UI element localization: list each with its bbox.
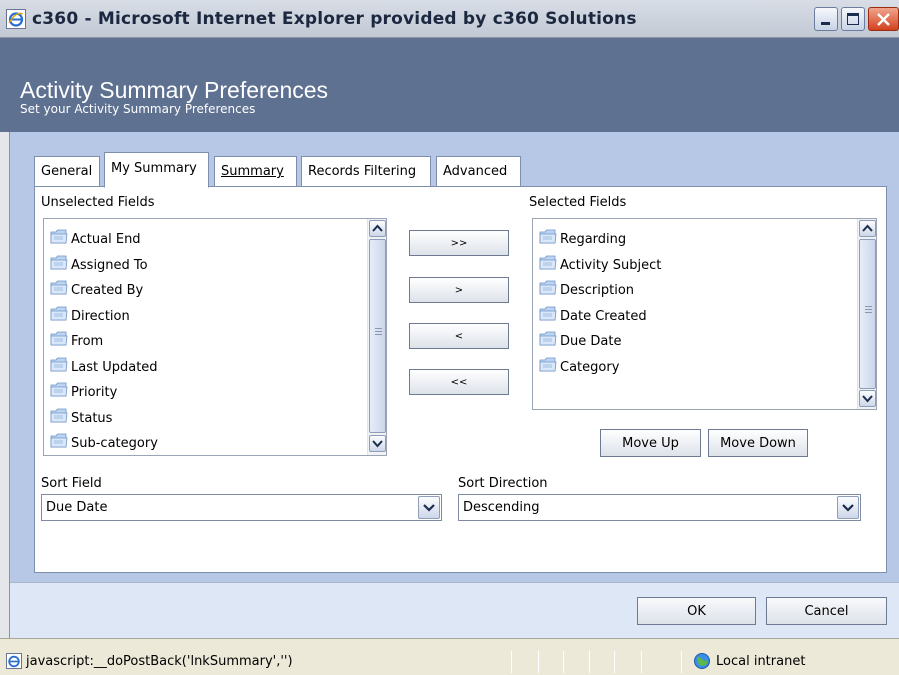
list-item-label: Actual End xyxy=(71,232,141,247)
tab-general-label: General xyxy=(41,164,93,179)
sort-field-dropdown-button[interactable] xyxy=(418,496,440,519)
sort-direction-select[interactable]: Descending xyxy=(458,494,861,521)
scroll-down-button[interactable] xyxy=(369,435,386,452)
folder-icon xyxy=(539,331,557,347)
scroll-thumb[interactable] xyxy=(859,239,876,389)
ok-button[interactable]: OK xyxy=(637,597,756,625)
selected-fields-list[interactable]: Regarding Activity Subject Description Date… xyxy=(532,218,877,410)
folder-icon xyxy=(539,280,557,296)
page-icon xyxy=(6,653,22,669)
sort-direction-value: Descending xyxy=(463,500,540,515)
page-subtitle: Set your Activity Summary Preferences xyxy=(20,102,256,116)
list-item-label: From xyxy=(71,334,104,349)
tab-advanced[interactable]: Advanced xyxy=(436,156,521,186)
sort-field-label: Sort Field xyxy=(41,476,102,491)
chevron-down-icon xyxy=(423,504,435,512)
internet-explorer-icon xyxy=(6,9,26,29)
list-item-label: Description xyxy=(560,283,635,298)
unselected-fields-label: Unselected Fields xyxy=(41,195,155,210)
maximize-icon xyxy=(847,13,859,25)
tab-records-filtering-label: Records Filtering xyxy=(308,164,417,179)
sort-field-select[interactable]: Due Date xyxy=(41,494,442,521)
folder-icon xyxy=(50,280,68,296)
list-item-label: Last Updated xyxy=(71,359,158,375)
unselected-fields-list[interactable]: Actual End Assigned To Created By Direction… xyxy=(43,218,387,456)
status-text: javascript:__doPostBack('lnkSummary','') xyxy=(26,654,293,669)
list-item-label: Direction xyxy=(71,308,130,324)
folder-icon xyxy=(50,229,68,245)
remove-button[interactable]: < xyxy=(409,323,509,349)
tab-my-summary[interactable]: My Summary xyxy=(104,152,209,188)
folder-icon xyxy=(539,306,557,322)
folder-icon xyxy=(50,433,68,449)
folder-icon xyxy=(539,357,557,373)
folder-icon xyxy=(50,357,68,373)
maximize-button[interactable] xyxy=(841,7,865,31)
add-button[interactable]: > xyxy=(409,277,509,303)
folder-icon xyxy=(50,408,68,424)
security-zone-text: Local intranet xyxy=(716,654,806,669)
move-down-button[interactable]: Move Down xyxy=(708,429,808,457)
tab-general[interactable]: General xyxy=(34,156,100,186)
status-bar: javascript:__doPostBack('lnkSummary','')… xyxy=(0,638,899,675)
folder-icon xyxy=(50,306,68,322)
list-item-label: Regarding xyxy=(560,232,627,247)
tab-summary[interactable]: Summary xyxy=(214,156,297,186)
cancel-button[interactable]: Cancel xyxy=(766,597,887,625)
scroll-up-button[interactable] xyxy=(369,220,386,237)
scroll-thumb[interactable] xyxy=(369,239,386,433)
sort-direction-dropdown-button[interactable] xyxy=(837,496,859,519)
window-title: c360 - Microsoft Internet Explorer provi… xyxy=(32,9,637,29)
scroll-up-button[interactable] xyxy=(859,220,876,237)
tab-my-summary-label: My Summary xyxy=(111,161,197,176)
window-title-bar[interactable]: c360 - Microsoft Internet Explorer provi… xyxy=(0,0,899,38)
dialog-header: Activity Summary Preferences Set your Ac… xyxy=(0,38,899,132)
add-all-button[interactable]: >> xyxy=(409,230,509,256)
local-intranet-icon xyxy=(694,653,710,669)
page-title: Activity Summary Preferences xyxy=(20,77,329,103)
list-item-label: Priority xyxy=(71,385,118,400)
chevron-down-icon xyxy=(842,504,854,512)
list-item-label: Activity Subject xyxy=(560,257,662,273)
folder-icon xyxy=(539,255,557,271)
selected-fields-label: Selected Fields xyxy=(529,195,627,210)
remove-all-button[interactable]: << xyxy=(409,369,509,395)
folder-icon xyxy=(50,382,68,398)
list-item-label: Status xyxy=(71,410,113,426)
chevron-down-icon xyxy=(862,395,873,403)
list-item-label: Due Date xyxy=(560,334,622,349)
sort-field-value: Due Date xyxy=(46,500,108,515)
unselected-scrollbar[interactable] xyxy=(367,219,386,455)
close-icon xyxy=(877,13,890,26)
list-item-label: Created By xyxy=(71,283,144,298)
tab-summary-label: Summary xyxy=(221,164,284,179)
tab-advanced-label: Advanced xyxy=(443,164,508,179)
list-item-label: Date Created xyxy=(560,308,647,324)
folder-icon xyxy=(539,229,557,245)
folder-icon xyxy=(50,331,68,347)
chevron-up-icon xyxy=(372,224,383,232)
move-up-button[interactable]: Move Up xyxy=(600,429,701,457)
chevron-up-icon xyxy=(862,224,873,232)
tab-records-filtering[interactable]: Records Filtering xyxy=(301,156,431,186)
list-item-label: Assigned To xyxy=(71,257,148,273)
minimize-icon xyxy=(821,22,830,25)
list-item-label: Sub-category xyxy=(71,436,158,451)
list-item-label: Category xyxy=(560,359,620,375)
folder-icon xyxy=(50,255,68,271)
minimize-button[interactable] xyxy=(814,7,838,31)
chevron-down-icon xyxy=(372,440,383,448)
selected-scrollbar[interactable] xyxy=(857,219,876,409)
close-window-button[interactable] xyxy=(868,7,899,31)
scroll-down-button[interactable] xyxy=(859,390,876,407)
sort-direction-label: Sort Direction xyxy=(458,476,548,491)
